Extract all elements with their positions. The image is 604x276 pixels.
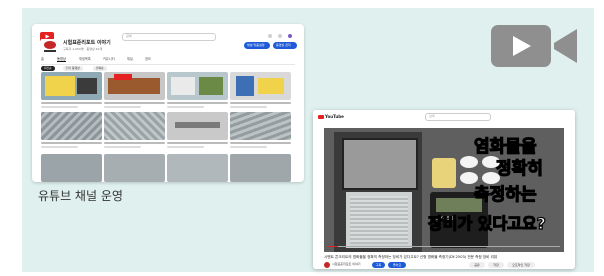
video-thumbnail[interactable]	[167, 72, 228, 100]
video-thumbnail[interactable]	[41, 154, 102, 182]
youtube-logo-icon	[318, 115, 324, 119]
channel-avatar[interactable]	[324, 262, 330, 268]
customize-channel-button[interactable]: 채널 맞춤설정	[244, 42, 270, 49]
video-thumbnail[interactable]	[230, 112, 291, 140]
tab-about[interactable]: 정보	[145, 56, 151, 61]
channel-name: 시험표준리포트 이야기	[63, 40, 111, 46]
tab-community[interactable]: 커뮤니티	[103, 56, 115, 61]
share-button[interactable]: 공유	[469, 262, 485, 268]
download-button[interactable]: 오프라인 저장	[507, 262, 535, 268]
video-meta-row: 시험표준리포트 이야기 구독 좋아요 공유 저장 오프라인 저장	[324, 262, 569, 268]
youtube-header: YouTube 검색	[313, 110, 575, 123]
caption-youtube-channel: 유튜브 채널 운영	[38, 189, 123, 203]
manage-videos-button[interactable]: 동영상 관리	[273, 42, 297, 49]
chip-latest[interactable]: 최신순	[41, 66, 55, 71]
video-title: 시멘트 콘크리트의 염화물을 정확히 측정하는 장비가 있다고요? 신형 염화물…	[324, 255, 498, 259]
channel-page-screenshot: 검색 시험표준리포트 이야기 구독자 1,050명 · 동영상 42개 채널 맞…	[32, 24, 304, 182]
tab-playlists[interactable]: 재생목록	[79, 56, 91, 61]
video-thumbnail[interactable]	[41, 112, 102, 140]
apps-icon[interactable]	[268, 34, 272, 38]
video-thumbnail[interactable]	[41, 72, 102, 100]
save-button[interactable]: 저장	[488, 262, 504, 268]
channel-subscribers: 구독자 1,050명 · 동영상 42개	[63, 47, 103, 51]
video-thumbnail[interactable]	[230, 154, 291, 182]
chip-popular[interactable]: 인기 동영상	[63, 66, 83, 71]
like-button[interactable]: 좋아요	[388, 262, 406, 268]
search-input[interactable]: 검색	[425, 113, 491, 121]
notifications-icon[interactable]	[278, 34, 282, 38]
video-thumbnail[interactable]	[104, 112, 165, 140]
tab-videos[interactable]: 동영상	[57, 56, 66, 62]
video-camera-icon	[491, 25, 577, 67]
overlay-line3: 측정하는	[473, 184, 537, 205]
video-thumbnail[interactable]	[230, 72, 291, 100]
channel-tabs: 홈 동영상 재생목록 커뮤니티 채널 정보	[41, 55, 295, 65]
video-thumbnail[interactable]	[104, 72, 165, 100]
video-thumbnail[interactable]	[167, 154, 228, 182]
video-thumbnail[interactable]	[104, 154, 165, 182]
youtube-logo[interactable]: YouTube	[318, 114, 344, 119]
tab-home[interactable]: 홈	[41, 56, 44, 61]
video-thumbnail[interactable]	[167, 112, 228, 140]
overlay-line4: 장비가 있다고요?	[427, 213, 546, 233]
chip-date[interactable]: 날짜순	[93, 66, 107, 71]
subscribe-button[interactable]: 구독	[372, 262, 385, 268]
video-player[interactable]: DY-2503 염화물을 정확히 측정하는 장비가 있다고요?	[324, 128, 564, 252]
avatar[interactable]	[288, 34, 292, 38]
video-page-screenshot: YouTube 검색 DY-2503 염화물을 정확히 측정하는 장비가 있다고…	[313, 110, 575, 269]
channel-logo-icon	[41, 39, 59, 54]
overlay-line2: 정확히	[495, 158, 543, 179]
search-input[interactable]: 검색	[122, 33, 216, 41]
channel-name-small: 시험표준리포트 이야기	[332, 262, 361, 266]
progress-bar[interactable]	[328, 246, 560, 247]
progress-fill	[328, 246, 338, 247]
tab-channels[interactable]: 채널	[127, 56, 133, 61]
